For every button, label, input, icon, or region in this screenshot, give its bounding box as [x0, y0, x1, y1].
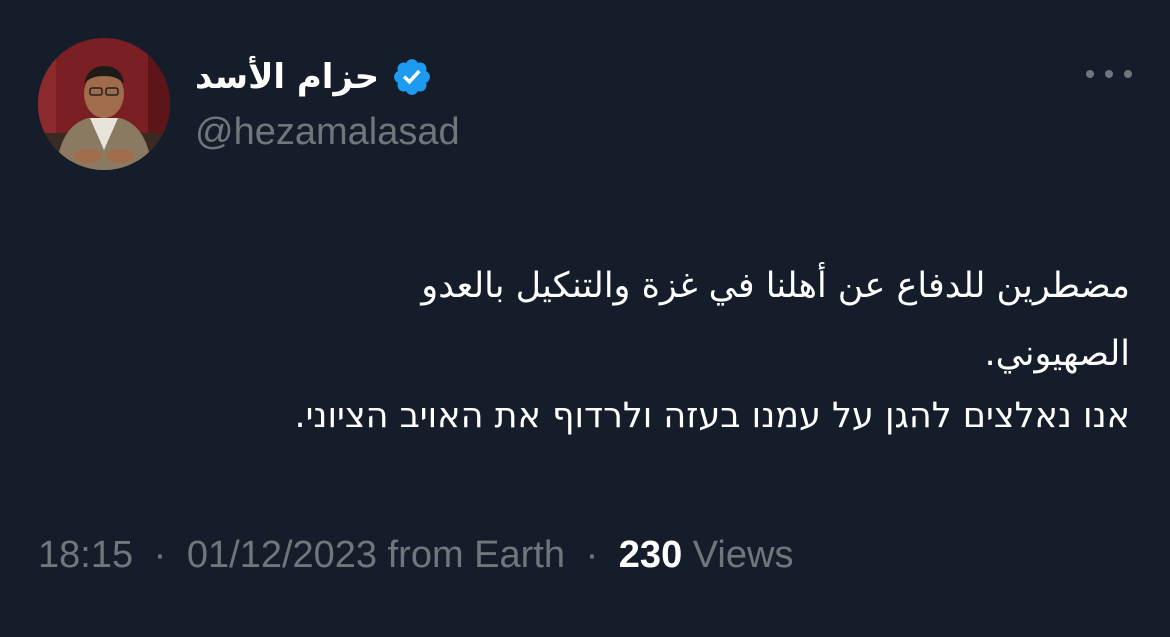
verified-badge-icon	[391, 56, 433, 98]
tweet-meta: 18:15 · 01/12/2023 from Earth · 230 View…	[38, 530, 793, 580]
author-handle[interactable]: @hezamalasad	[195, 108, 460, 156]
more-dot	[1105, 70, 1113, 78]
tweet-text: مضطرين للدفاع عن أهلنا في غزة والتنكيل ب…	[40, 252, 1130, 450]
author-name-row: حزام الأسد	[195, 50, 433, 104]
tweet-source: from Earth	[387, 534, 566, 576]
tweet-line: الصهيوني.	[984, 334, 1130, 374]
avatar-image	[38, 38, 170, 170]
tweet-card: حزام الأسد @hezamalasad مضطرين للدفاع عن…	[0, 0, 1170, 637]
author-display-name[interactable]: حزام الأسد	[195, 50, 379, 104]
views-count[interactable]: 230	[619, 534, 682, 576]
more-dot	[1124, 70, 1132, 78]
meta-separator: ·	[585, 534, 599, 576]
more-dot	[1086, 70, 1094, 78]
avatar[interactable]	[38, 38, 170, 170]
tweet-date[interactable]: 01/12/2023	[187, 534, 377, 576]
more-options-icon[interactable]	[1086, 62, 1132, 86]
tweet-line: אנו נאלצים להגן על עמנו בעזה ולרדוף את ה…	[294, 396, 1130, 436]
tweet-time[interactable]: 18:15	[38, 534, 133, 576]
meta-separator: ·	[153, 534, 167, 576]
tweet-line: مضطرين للدفاع عن أهلنا في غزة والتنكيل ب…	[421, 266, 1130, 306]
views-label: Views	[692, 534, 794, 576]
